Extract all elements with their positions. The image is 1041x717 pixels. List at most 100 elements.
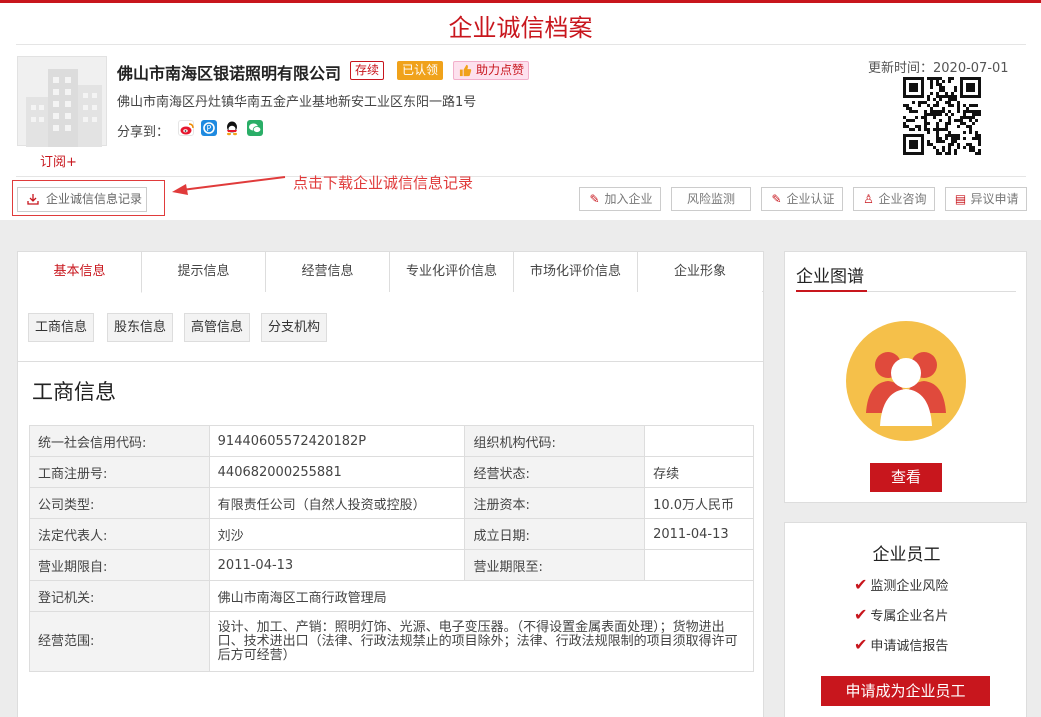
table-row: 法定代表人: 刘沙 成立日期: 2011-04-13 bbox=[29, 518, 754, 550]
table-label: 统一社会信用代码: bbox=[29, 425, 210, 457]
download-label: 企业诚信信息记录 bbox=[46, 192, 143, 206]
wechat-icon[interactable] bbox=[247, 120, 263, 136]
qq-icon[interactable] bbox=[224, 120, 240, 136]
table-label: 公司类型: bbox=[29, 487, 210, 519]
table-label: 注册资本: bbox=[464, 487, 646, 519]
section-title: 工商信息 bbox=[32, 380, 116, 404]
table-value: 设计、加工、产销：照明灯饰、光源、电子变压器。（不得设置金属表面处理）；货物进出… bbox=[208, 611, 755, 672]
tab-market-rating[interactable]: 市场化评价信息 bbox=[514, 252, 638, 292]
title-divider bbox=[16, 44, 1026, 45]
feature-label: 申请诚信报告 bbox=[870, 639, 949, 654]
graph-title-accent bbox=[796, 290, 867, 292]
claimed-badge: 已认领 bbox=[397, 61, 444, 80]
graph-title: 企业图谱 bbox=[796, 267, 864, 287]
subtab-shareholders[interactable]: 股东信息 bbox=[107, 313, 174, 342]
company-logo-placeholder bbox=[17, 56, 107, 147]
objection-button[interactable]: ▤ 异议申请 bbox=[945, 187, 1027, 211]
status-badge: 存续 bbox=[350, 61, 385, 80]
share-label: 分享到： bbox=[117, 125, 170, 140]
table-label: 营业期限自: bbox=[29, 549, 210, 581]
subtab-divider bbox=[18, 361, 763, 362]
page-title: 企业诚信档案 bbox=[448, 14, 593, 42]
company-address: 佛山市南海区丹灶镇华南五金产业基地新安工业区东阳一路1号 bbox=[117, 95, 477, 110]
check-icon: ✔ bbox=[854, 575, 868, 594]
tab-bar: 基本信息 提示信息 经营信息 专业化评价信息 市场化评价信息 企业形象 bbox=[18, 252, 763, 293]
table-value bbox=[644, 549, 754, 581]
qr-code bbox=[903, 77, 981, 155]
company-name: 佛山市南海区银诺照明有限公司 bbox=[117, 64, 342, 83]
feature-item: ✔ 专属企业名片 bbox=[854, 605, 948, 624]
header-divider bbox=[16, 176, 1026, 177]
download-credit-record-button[interactable]: 企业诚信信息记录 bbox=[17, 187, 147, 212]
building-icon bbox=[26, 69, 102, 147]
company-graph-card: 企业图谱 查看 bbox=[784, 251, 1027, 503]
subscribe-link[interactable]: 订阅+ bbox=[40, 151, 77, 170]
annotation-arrow bbox=[172, 176, 286, 195]
table-row: 登记机关: 佛山市南海区工商行政管理局 bbox=[29, 580, 755, 612]
feature-label: 监测企业风险 bbox=[870, 579, 949, 594]
staff-title: 企业员工 bbox=[872, 545, 941, 565]
view-graph-button[interactable]: 查看 bbox=[870, 463, 942, 492]
company-verify-label: 企业认证 bbox=[786, 192, 835, 206]
table-label: 法定代表人: bbox=[29, 518, 210, 550]
like-button[interactable]: 助力点赞 bbox=[453, 61, 530, 80]
objection-label: 异议申请 bbox=[970, 192, 1019, 206]
check-icon: ✔ bbox=[854, 635, 868, 654]
table-value: 440682000255881 bbox=[208, 456, 466, 488]
people-group-icon bbox=[846, 321, 966, 441]
risk-monitor-button[interactable]: 风险监测 bbox=[671, 187, 751, 211]
company-consult-button[interactable]: ♙ 企业咨询 bbox=[853, 187, 935, 211]
tab-basic-info[interactable]: 基本信息 bbox=[18, 252, 142, 293]
download-icon bbox=[27, 194, 39, 205]
update-time: 更新时间：2020-07-01 bbox=[868, 61, 1009, 76]
user-icon: ♙ bbox=[863, 192, 874, 206]
main-content-card: 基本信息 提示信息 经营信息 专业化评价信息 市场化评价信息 企业形象 工商信息… bbox=[17, 251, 764, 717]
table-value: 佛山市南海区工商行政管理局 bbox=[208, 580, 755, 612]
company-staff-card: 企业员工 ✔ 监测企业风险 ✔ 专属企业名片 ✔ 申请诚信报告 申请成为企业员工 bbox=[784, 522, 1027, 717]
table-label: 登记机关: bbox=[29, 580, 210, 612]
svg-text:P: P bbox=[207, 124, 212, 133]
apply-staff-button[interactable]: 申请成为企业员工 bbox=[821, 676, 990, 706]
table-label: 经营范围: bbox=[29, 611, 210, 672]
tab-professional-rating[interactable]: 专业化评价信息 bbox=[390, 252, 514, 292]
subtab-branches[interactable]: 分支机构 bbox=[261, 313, 328, 342]
table-label: 组织机构代码: bbox=[464, 425, 646, 457]
tab-company-image[interactable]: 企业形象 bbox=[638, 252, 762, 292]
table-label: 营业期限至: bbox=[464, 549, 646, 581]
business-info-table: 统一社会信用代码: 91440605572420182P 组织机构代码: 工商注… bbox=[29, 425, 755, 672]
subtab-business-registration[interactable]: 工商信息 bbox=[28, 313, 95, 342]
table-value: 2011-04-13 bbox=[208, 549, 466, 581]
company-verify-button[interactable]: ✎ 企业认证 bbox=[761, 187, 843, 211]
feature-item: ✔ 申请诚信报告 bbox=[854, 635, 948, 654]
table-value: 10.0万人民币 bbox=[644, 487, 754, 519]
document-icon: ▤ bbox=[954, 192, 967, 206]
tab-business-info[interactable]: 经营信息 bbox=[266, 252, 390, 292]
table-value: 2011-04-13 bbox=[644, 518, 754, 550]
table-row: 经营范围: 设计、加工、产销：照明灯饰、光源、电子变压器。（不得设置金属表面处理… bbox=[29, 611, 755, 672]
thumbs-up-icon bbox=[459, 64, 472, 77]
subtab-executives[interactable]: 高管信息 bbox=[184, 313, 251, 342]
download-annotation: 点击下载企业诚信信息记录 bbox=[293, 174, 474, 192]
like-label: 助力点赞 bbox=[476, 63, 525, 77]
table-label: 经营状态: bbox=[464, 456, 646, 488]
pencil-icon: ✎ bbox=[589, 192, 600, 206]
join-company-button[interactable]: ✎ 加入企业 bbox=[579, 187, 661, 211]
table-label: 成立日期: bbox=[464, 518, 646, 550]
feature-item: ✔ 监测企业风险 bbox=[854, 575, 948, 594]
risk-monitor-label: 风险监测 bbox=[686, 192, 735, 206]
table-value: 刘沙 bbox=[208, 518, 466, 550]
table-row: 公司类型: 有限责任公司（自然人投资或控股） 注册资本: 10.0万人民币 bbox=[29, 487, 754, 519]
table-value: 91440605572420182P bbox=[208, 425, 466, 457]
tab-notice-info[interactable]: 提示信息 bbox=[142, 252, 266, 292]
qzone-icon[interactable]: P bbox=[201, 120, 217, 136]
feature-label: 专属企业名片 bbox=[870, 609, 949, 624]
join-company-label: 加入企业 bbox=[604, 192, 653, 206]
weibo-icon[interactable] bbox=[178, 120, 194, 136]
table-row: 工商注册号: 440682000255881 经营状态: 存续 bbox=[29, 456, 754, 488]
table-value: 存续 bbox=[644, 456, 754, 488]
table-row: 营业期限自: 2011-04-13 营业期限至: bbox=[29, 549, 754, 581]
table-value bbox=[644, 425, 754, 457]
table-row: 统一社会信用代码: 91440605572420182P 组织机构代码: bbox=[29, 425, 754, 457]
pencil-icon: ✎ bbox=[771, 192, 782, 206]
company-consult-label: 企业咨询 bbox=[878, 192, 927, 206]
